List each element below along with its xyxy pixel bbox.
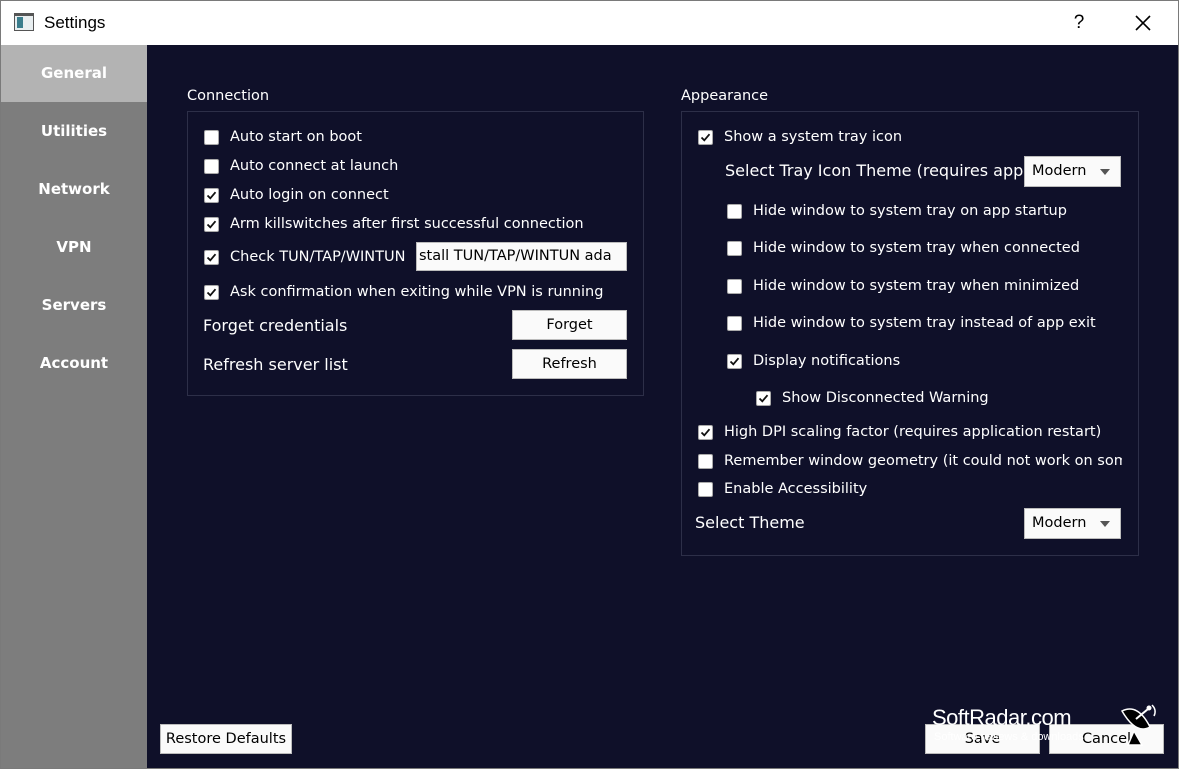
tray-theme-label: Select Tray Icon Theme (requires applic [725, 161, 1024, 180]
auto-login-label: Auto login on connect [230, 187, 389, 203]
accessibility-label: Enable Accessibility [724, 481, 868, 497]
arm-killswitch-label: Arm killswitches after first successful … [230, 216, 584, 232]
tray-theme-select[interactable]: Modern [1024, 156, 1121, 187]
disconnected-warning-label: Show Disconnected Warning [782, 390, 989, 406]
sidebar-item-network[interactable]: Network [1, 161, 147, 218]
auto-start-label: Auto start on boot [230, 129, 362, 145]
ask-confirmation-label: Ask confirmation when exiting while VPN … [230, 284, 604, 300]
ask-confirmation-option: Ask confirmation when exiting while VPN … [204, 280, 603, 304]
close-icon [1135, 15, 1151, 31]
check-tun-checkbox[interactable] [204, 249, 219, 265]
sidebar-item-servers[interactable]: Servers [1, 277, 147, 334]
chevron-down-icon [1100, 521, 1110, 527]
auto-connect-label: Auto connect at launch [230, 158, 399, 174]
checkmark-icon [206, 288, 217, 297]
settings-window: Settings ? General Utilities Network VPN… [0, 0, 1179, 769]
accessibility-checkbox[interactable] [698, 481, 713, 497]
high-dpi-label: High DPI scaling factor (requires applic… [724, 424, 1102, 440]
install-tun-button[interactable]: stall TUN/TAP/WINTUN ada [416, 242, 627, 271]
check-tun-option: Check TUN/TAP/WINTUN [204, 245, 405, 269]
hide-startup-option: Hide window to system tray on app startu… [727, 199, 1067, 223]
checkmark-icon [729, 357, 740, 366]
watermark-brand: SoftRadar.com [932, 705, 1072, 730]
checkmark-icon [758, 394, 769, 403]
hide-startup-label: Hide window to system tray on app startu… [753, 203, 1067, 219]
auto-connect-checkbox[interactable] [204, 158, 219, 174]
check-tun-label: Check TUN/TAP/WINTUN [230, 249, 406, 265]
hide-exit-checkbox[interactable] [727, 315, 742, 331]
refresh-server-list-label: Refresh server list [203, 355, 348, 374]
hide-minimized-label: Hide window to system tray when minimize… [753, 278, 1080, 294]
auto-start-option: Auto start on boot [204, 125, 362, 149]
hide-connected-checkbox[interactable] [727, 240, 742, 256]
tray-theme-value: Modern [1032, 163, 1087, 179]
refresh-button[interactable]: Refresh [512, 349, 627, 379]
theme-select[interactable]: Modern [1024, 508, 1121, 539]
chevron-down-icon [1100, 169, 1110, 175]
satellite-dish-icon [1120, 704, 1156, 746]
sidebar-item-account[interactable]: Account [1, 335, 147, 392]
hide-connected-option: Hide window to system tray when connecte… [727, 236, 1080, 260]
remember-geometry-option: Remember window geometry (it could not w… [698, 449, 1122, 473]
checkmark-icon [206, 220, 217, 229]
display-notifications-label: Display notifications [753, 353, 901, 369]
high-dpi-option: High DPI scaling factor (requires applic… [698, 420, 1101, 444]
remember-geometry-checkbox[interactable] [698, 453, 713, 469]
hide-minimized-option: Hide window to system tray when minimize… [727, 274, 1079, 298]
title-bar: Settings ? [1, 1, 1178, 45]
tray-icon-checkbox[interactable] [698, 129, 713, 145]
restore-defaults-button[interactable]: Restore Defaults [160, 724, 292, 754]
app-icon [14, 13, 34, 31]
hide-exit-label: Hide window to system tray instead of ap… [753, 315, 1096, 331]
theme-value: Modern [1032, 515, 1087, 531]
sidebar-item-general[interactable]: General [1, 45, 147, 102]
hide-exit-option: Hide window to system tray instead of ap… [727, 311, 1096, 335]
select-theme-label: Select Theme [695, 513, 805, 532]
hide-connected-label: Hide window to system tray when connecte… [753, 240, 1080, 256]
checkmark-icon [700, 133, 711, 142]
auto-login-option: Auto login on connect [204, 183, 389, 207]
close-button[interactable] [1127, 7, 1159, 39]
high-dpi-checkbox[interactable] [698, 424, 713, 440]
watermark-tagline: Software reviews & downloads [934, 731, 1084, 743]
forget-credentials-label: Forget credentials [203, 316, 348, 335]
sidebar-item-vpn[interactable]: VPN [1, 219, 147, 276]
disconnected-warning-option: Show Disconnected Warning [756, 386, 989, 410]
arm-killswitch-checkbox[interactable] [204, 216, 219, 232]
tray-icon-option: Show a system tray icon [698, 125, 902, 149]
checkmark-icon [206, 191, 217, 200]
auto-connect-option: Auto connect at launch [204, 154, 398, 178]
forget-button[interactable]: Forget [512, 310, 627, 340]
accessibility-option: Enable Accessibility [698, 477, 867, 501]
sidebar-item-utilities[interactable]: Utilities [1, 103, 147, 160]
softradar-watermark: SoftRadar.com Software reviews & downloa… [926, 701, 1166, 751]
checkmark-icon [206, 253, 217, 262]
display-notifications-checkbox[interactable] [727, 353, 742, 369]
window-title: Settings [44, 13, 106, 32]
connection-section-title: Connection [187, 88, 270, 104]
auto-start-checkbox[interactable] [204, 129, 219, 145]
auto-login-checkbox[interactable] [204, 187, 219, 203]
settings-content: Connection Auto start on boot Auto conne… [147, 45, 1178, 768]
help-button[interactable]: ? [1067, 9, 1091, 37]
display-notifications-option: Display notifications [727, 349, 900, 373]
checkmark-icon [700, 428, 711, 437]
sidebar: General Utilities Network VPN Servers Ac… [1, 45, 147, 768]
remember-geometry-label: Remember window geometry (it could not w… [724, 453, 1122, 469]
disconnected-warning-checkbox[interactable] [756, 390, 771, 406]
hide-minimized-checkbox[interactable] [727, 278, 742, 294]
tray-icon-label: Show a system tray icon [724, 129, 903, 145]
appearance-section-title: Appearance [681, 88, 769, 104]
ask-confirmation-checkbox[interactable] [204, 284, 219, 300]
hide-startup-checkbox[interactable] [727, 203, 742, 219]
arm-killswitch-option: Arm killswitches after first successful … [204, 212, 584, 236]
